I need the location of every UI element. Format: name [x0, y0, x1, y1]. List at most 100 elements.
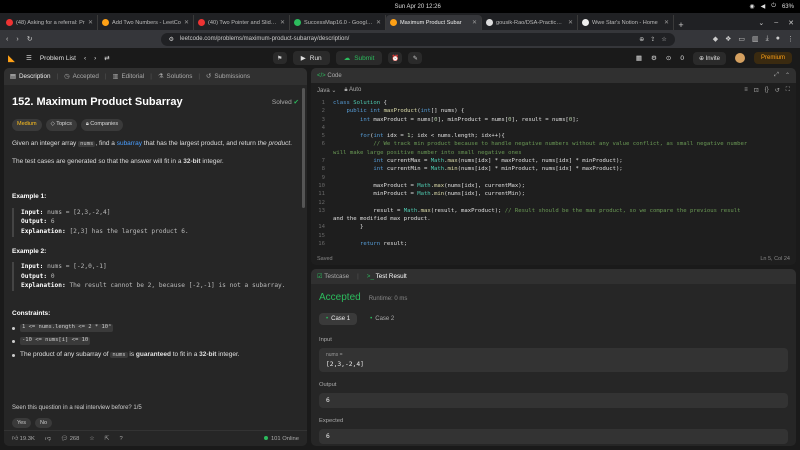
close-tab-icon[interactable]: ✕: [280, 19, 285, 26]
layout-icon[interactable]: ▦: [636, 54, 642, 62]
tab-editorial[interactable]: ▥ Editorial: [113, 73, 145, 80]
browser-tab[interactable]: SuccessMap16.0 - Google Sh ✕: [290, 15, 386, 30]
run-button[interactable]: ▶ Run: [292, 51, 330, 65]
sidebar-icon[interactable]: ▥: [752, 35, 759, 43]
code-editor[interactable]: 1 class Solution {2 public int maxProduct…: [311, 97, 796, 250]
os-clock[interactable]: Sun Apr 20 12:26: [394, 4, 440, 10]
code-line[interactable]: 6 // We track min product because to han…: [311, 140, 796, 148]
tab-test-result[interactable]: >_ Test Result: [367, 273, 407, 280]
difficulty-badge[interactable]: Medium: [12, 118, 42, 131]
code-line[interactable]: 14 }: [311, 223, 796, 231]
download-icon[interactable]: ⤓: [766, 35, 769, 43]
problem-list-icon[interactable]: ☰: [26, 54, 32, 62]
code-line[interactable]: 3 int maxProduct = nums[0], minProduct =…: [311, 116, 796, 124]
bookmark-star-icon[interactable]: ☆: [661, 36, 666, 43]
code-line[interactable]: 5 for(int idx = 1; idx < nums.length; id…: [311, 132, 796, 140]
streak-icon[interactable]: ⊙: [666, 54, 671, 62]
extensions-puzzle-icon[interactable]: ❖: [725, 35, 731, 43]
next-problem-icon[interactable]: ›: [94, 55, 96, 62]
browser-tab[interactable]: (48) Asking for a referral: Pr ✕: [2, 15, 98, 30]
companies-tag[interactable]: 🔒︎ Companies: [80, 118, 124, 131]
tab-solutions[interactable]: ⚗ Solutions: [158, 73, 193, 80]
code-line[interactable]: 9: [311, 174, 796, 182]
tab-testcase[interactable]: ☑ Testcase: [317, 273, 349, 280]
code-line[interactable]: 4: [311, 124, 796, 132]
code-line[interactable]: 11 minProduct = Math.min(nums[idx], curr…: [311, 190, 796, 198]
comments-button[interactable]: 💬︎ 268: [61, 436, 80, 442]
tab-description[interactable]: ▤ Description: [10, 73, 50, 80]
code-line[interactable]: and the modified max product.: [311, 215, 796, 223]
code-tab[interactable]: </> Code: [317, 73, 342, 79]
code-line[interactable]: 13 result = Math.max(result, maxProduct)…: [311, 207, 796, 215]
help-icon[interactable]: ?: [119, 436, 122, 442]
problem-list-link[interactable]: Problem List: [40, 55, 76, 62]
wifi-icon[interactable]: ◉: [749, 3, 754, 10]
close-tab-icon[interactable]: ✕: [664, 19, 669, 26]
yes-button[interactable]: Yes: [12, 418, 31, 428]
collapse-icon[interactable]: ⌃: [785, 72, 790, 79]
case-2-tab[interactable]: Case 2: [363, 313, 401, 325]
prev-problem-icon[interactable]: ‹: [84, 55, 86, 62]
site-info-icon[interactable]: ⚙: [169, 36, 174, 43]
submit-button[interactable]: ☁ Submit: [335, 51, 383, 65]
braces-icon[interactable]: {}: [765, 87, 769, 94]
close-window-icon[interactable]: ✕: [788, 19, 794, 27]
share-link-icon[interactable]: ⇱: [105, 436, 110, 442]
code-line[interactable]: will make large positive number into sma…: [311, 149, 796, 157]
leetcode-logo-icon[interactable]: ◣: [8, 53, 18, 63]
tab-search-icon[interactable]: ⌄: [758, 19, 764, 27]
code-line[interactable]: 1 class Solution {: [311, 99, 796, 107]
code-line[interactable]: 2 public int maxProduct(int[] nums) {: [311, 107, 796, 115]
close-tab-icon[interactable]: ✕: [376, 19, 381, 26]
star-icon[interactable]: ☆: [89, 436, 94, 442]
new-tab-icon[interactable]: +: [674, 20, 688, 30]
close-tab-icon[interactable]: ✕: [472, 19, 477, 26]
forward-icon[interactable]: ›: [16, 36, 18, 43]
bookmark-icon[interactable]: ⊡: [754, 87, 759, 94]
volume-icon[interactable]: ◀: [761, 3, 766, 10]
back-icon[interactable]: ‹: [6, 36, 8, 43]
shuffle-icon[interactable]: ⇄: [104, 54, 109, 62]
invite-button[interactable]: ⊕ Invite: [692, 51, 726, 65]
code-line[interactable]: 16 return result;: [311, 240, 796, 248]
url-box[interactable]: ⚙ leetcode.com/problems/maximum-product-…: [160, 32, 675, 46]
url-text[interactable]: leetcode.com/problems/maximum-product-su…: [180, 36, 633, 42]
code-line[interactable]: 10 maxProduct = Math.max(nums[idx], curr…: [311, 182, 796, 190]
maximize-icon[interactable]: ⤢: [774, 72, 779, 79]
browser-tab[interactable]: Maximum Product Subar ✕: [386, 15, 482, 30]
reset-icon[interactable]: ↺: [775, 87, 780, 94]
minimize-icon[interactable]: –: [774, 19, 778, 26]
browser-tab[interactable]: Wwe Star's Notion - Home ✕: [578, 15, 674, 30]
browser-tab[interactable]: Add Two Numbers - LeetCo ✕: [98, 15, 194, 30]
browser-tab[interactable]: gousik-Rao/DSA-Practice at ✕: [482, 15, 578, 30]
no-button[interactable]: No: [34, 418, 53, 428]
like-button[interactable]: 👍︎ 19.3K: [12, 435, 35, 442]
browser-tab[interactable]: (40) Two Pointer and Sliding ✕: [194, 15, 290, 30]
power-icon[interactable]: ⏻: [771, 3, 776, 10]
close-tab-icon[interactable]: ✕: [88, 19, 93, 26]
format-icon[interactable]: ≡: [744, 87, 748, 94]
note-icon[interactable]: ✎: [408, 52, 423, 64]
share-icon[interactable]: ⇪: [650, 36, 655, 43]
close-tab-icon[interactable]: ✕: [184, 19, 189, 26]
code-line[interactable]: 8 int currentMin = Math.min(nums[idx] * …: [311, 165, 796, 173]
avatar[interactable]: [734, 53, 745, 63]
timer-icon[interactable]: ⏰: [388, 52, 403, 64]
code-line[interactable]: 15: [311, 232, 796, 240]
premium-button[interactable]: Premium: [753, 52, 792, 64]
dislike-icon[interactable]: 👎︎: [45, 435, 51, 442]
topics-tag[interactable]: ◇ Topics: [45, 118, 77, 131]
close-tab-icon[interactable]: ✕: [568, 19, 573, 26]
case-1-tab[interactable]: Case 1: [319, 313, 358, 325]
auto-mode[interactable]: 🔒︎ Auto: [344, 87, 361, 94]
settings-icon[interactable]: ⚙: [651, 54, 657, 62]
extension-icon[interactable]: ◆: [713, 35, 718, 43]
fullscreen-icon[interactable]: ⛶: [786, 87, 790, 94]
language-select[interactable]: Java ⌄: [317, 87, 336, 94]
tab-submissions[interactable]: ↺ Submissions: [206, 73, 250, 80]
tab-accepted[interactable]: ◷ Accepted: [64, 73, 99, 80]
bookmarks-icon[interactable]: ▭: [738, 35, 745, 43]
profile-icon[interactable]: ●: [776, 35, 780, 43]
subarray-link[interactable]: subarray: [117, 140, 142, 147]
code-line[interactable]: 12: [311, 199, 796, 207]
